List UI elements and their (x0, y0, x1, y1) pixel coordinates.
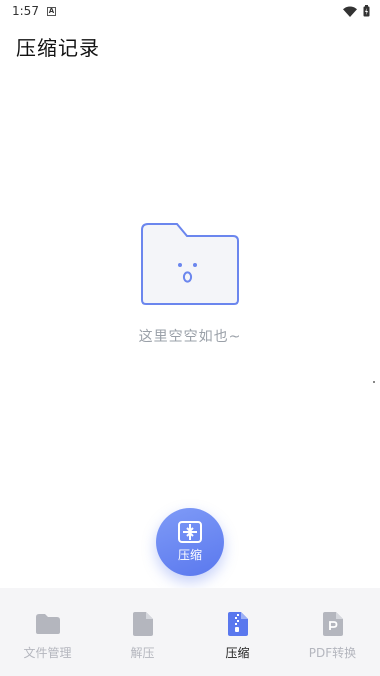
bottom-nav: 文件管理 解压 压缩 PDF转换 (0, 588, 380, 676)
zip-file-icon (225, 610, 251, 638)
scroll-indicator (373, 381, 375, 383)
page-title: 压缩记录 (16, 36, 100, 60)
nav-label-compress: 压缩 (225, 646, 250, 660)
wifi-icon (343, 6, 357, 17)
nav-label-pdf-convert: PDF转换 (308, 646, 357, 660)
nav-label-file-manager: 文件管理 (23, 646, 72, 660)
status-bar: 1:57 A (0, 0, 380, 22)
status-right (343, 5, 370, 17)
empty-message: 这里空空如也~ (138, 329, 242, 345)
empty-folder-icon (141, 223, 239, 305)
nav-item-compress[interactable]: 压缩 (190, 588, 285, 676)
compress-fab-button[interactable]: 压缩 (156, 508, 224, 576)
nav-item-pdf-convert[interactable]: PDF转换 (285, 588, 380, 676)
empty-state: 这里空空如也~ (0, 220, 380, 346)
nav-label-extract: 解压 (130, 646, 155, 660)
file-icon (130, 610, 156, 638)
pdf-file-icon (320, 610, 346, 638)
folder-icon (35, 610, 61, 638)
battery-icon (363, 5, 370, 17)
nav-item-extract[interactable]: 解压 (95, 588, 190, 676)
status-left: 1:57 A (12, 4, 56, 18)
nav-item-file-manager[interactable]: 文件管理 (0, 588, 95, 676)
compress-icon (178, 521, 202, 543)
notification-badge: A (46, 6, 56, 16)
status-time: 1:57 (12, 4, 39, 18)
compress-fab-label: 压缩 (177, 548, 202, 562)
